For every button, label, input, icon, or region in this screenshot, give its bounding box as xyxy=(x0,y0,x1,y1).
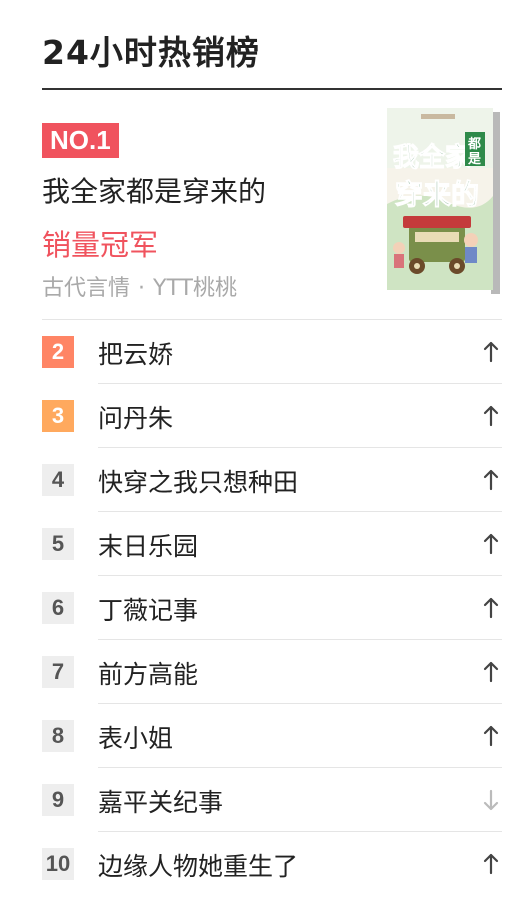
trend-down-icon xyxy=(482,788,500,812)
trend-up-icon xyxy=(482,340,500,364)
rank-number: 9 xyxy=(42,784,74,816)
list-item-body: 前方高能 xyxy=(98,640,502,704)
book-cover[interactable]: 我全家 穿来的 都 是 xyxy=(387,108,502,294)
no1-badge: NO.1 xyxy=(42,123,119,158)
book-title[interactable]: 前方高能 xyxy=(98,655,198,691)
list-item-body: 问丹朱 xyxy=(98,384,502,448)
rank-number: 4 xyxy=(42,464,74,496)
top-book-title[interactable]: 我全家都是穿来的 xyxy=(42,170,266,210)
book-category: 古代言情 xyxy=(42,276,131,301)
panel-title: 24小时热销榜 xyxy=(42,33,260,72)
list-item-body: 嘉平关纪事 xyxy=(98,768,502,832)
book-author[interactable]: YTT桃桃 xyxy=(153,276,237,301)
book-title[interactable]: 丁薇记事 xyxy=(98,591,198,627)
trend-up-icon xyxy=(482,596,500,620)
book-title[interactable]: 快穿之我只想种田 xyxy=(98,463,298,499)
list-item[interactable]: 8 表小姐 xyxy=(42,704,502,768)
rank-number: 8 xyxy=(42,720,74,752)
top-ranked-book[interactable]: NO.1 我全家都是穿来的 销量冠军 古代言情 · YTT桃桃 我全家 穿来的 … xyxy=(42,108,502,320)
list-item-body: 把云娇 xyxy=(98,320,502,384)
list-item[interactable]: 4 快穿之我只想种田 xyxy=(42,448,502,512)
book-title[interactable]: 嘉平关纪事 xyxy=(98,783,223,819)
trend-up-icon xyxy=(482,468,500,492)
list-item[interactable]: 6 丁薇记事 xyxy=(42,576,502,640)
trend-up-icon xyxy=(482,724,500,748)
book-title[interactable]: 表小姐 xyxy=(98,719,173,755)
trend-up-icon xyxy=(482,532,500,556)
list-item-body: 末日乐园 xyxy=(98,512,502,576)
meta-separator: · xyxy=(138,276,146,301)
list-item[interactable]: 3 问丹朱 xyxy=(42,384,502,448)
list-item-body: 丁薇记事 xyxy=(98,576,502,640)
book-title[interactable]: 边缘人物她重生了 xyxy=(98,847,298,883)
cover-side-char1: 都 xyxy=(467,136,481,152)
list-item-body: 快穿之我只想种田 xyxy=(98,448,502,512)
book-title[interactable]: 问丹朱 xyxy=(98,399,173,435)
list-item-body: 边缘人物她重生了 xyxy=(98,832,502,896)
list-item-body: 表小姐 xyxy=(98,704,502,768)
book-title[interactable]: 把云娇 xyxy=(98,335,173,371)
cover-side-char2: 是 xyxy=(467,152,482,167)
panel-header: 24小时热销榜 xyxy=(42,0,502,90)
hot-sales-panel: 24小时热销榜 NO.1 我全家都是穿来的 销量冠军 古代言情·YTT桃桃 xyxy=(0,0,524,904)
top-book-meta: 古代言情 · YTT桃桃 xyxy=(42,270,237,302)
rank-number: 7 xyxy=(42,656,74,688)
trend-up-icon xyxy=(482,404,500,428)
rank-number: 2 xyxy=(42,336,74,368)
rank-number: 10 xyxy=(42,848,74,880)
sales-champion-tag: 销量冠军 xyxy=(42,228,159,262)
list-item[interactable]: 7 前方高能 xyxy=(42,640,502,704)
list-item[interactable]: 2 把云娇 xyxy=(42,320,502,384)
book-title[interactable]: 末日乐园 xyxy=(98,527,198,563)
trend-up-icon xyxy=(482,852,500,876)
trend-up-icon xyxy=(482,660,500,684)
cover-title-line2: 穿来的 xyxy=(395,178,479,211)
list-item[interactable]: 5 末日乐园 xyxy=(42,512,502,576)
ranking-list: 2 把云娇 3 问丹朱 4 快穿之我只想种田 5 末日乐园 6 丁薇记事 7 前… xyxy=(42,320,502,896)
list-item[interactable]: 10 边缘人物她重生了 xyxy=(42,832,502,896)
cover-title-line1: 我全家 xyxy=(393,142,471,173)
rank-number: 6 xyxy=(42,592,74,624)
list-item[interactable]: 9 嘉平关纪事 xyxy=(42,768,502,832)
rank-number: 3 xyxy=(42,400,74,432)
rank-number: 5 xyxy=(42,528,74,560)
